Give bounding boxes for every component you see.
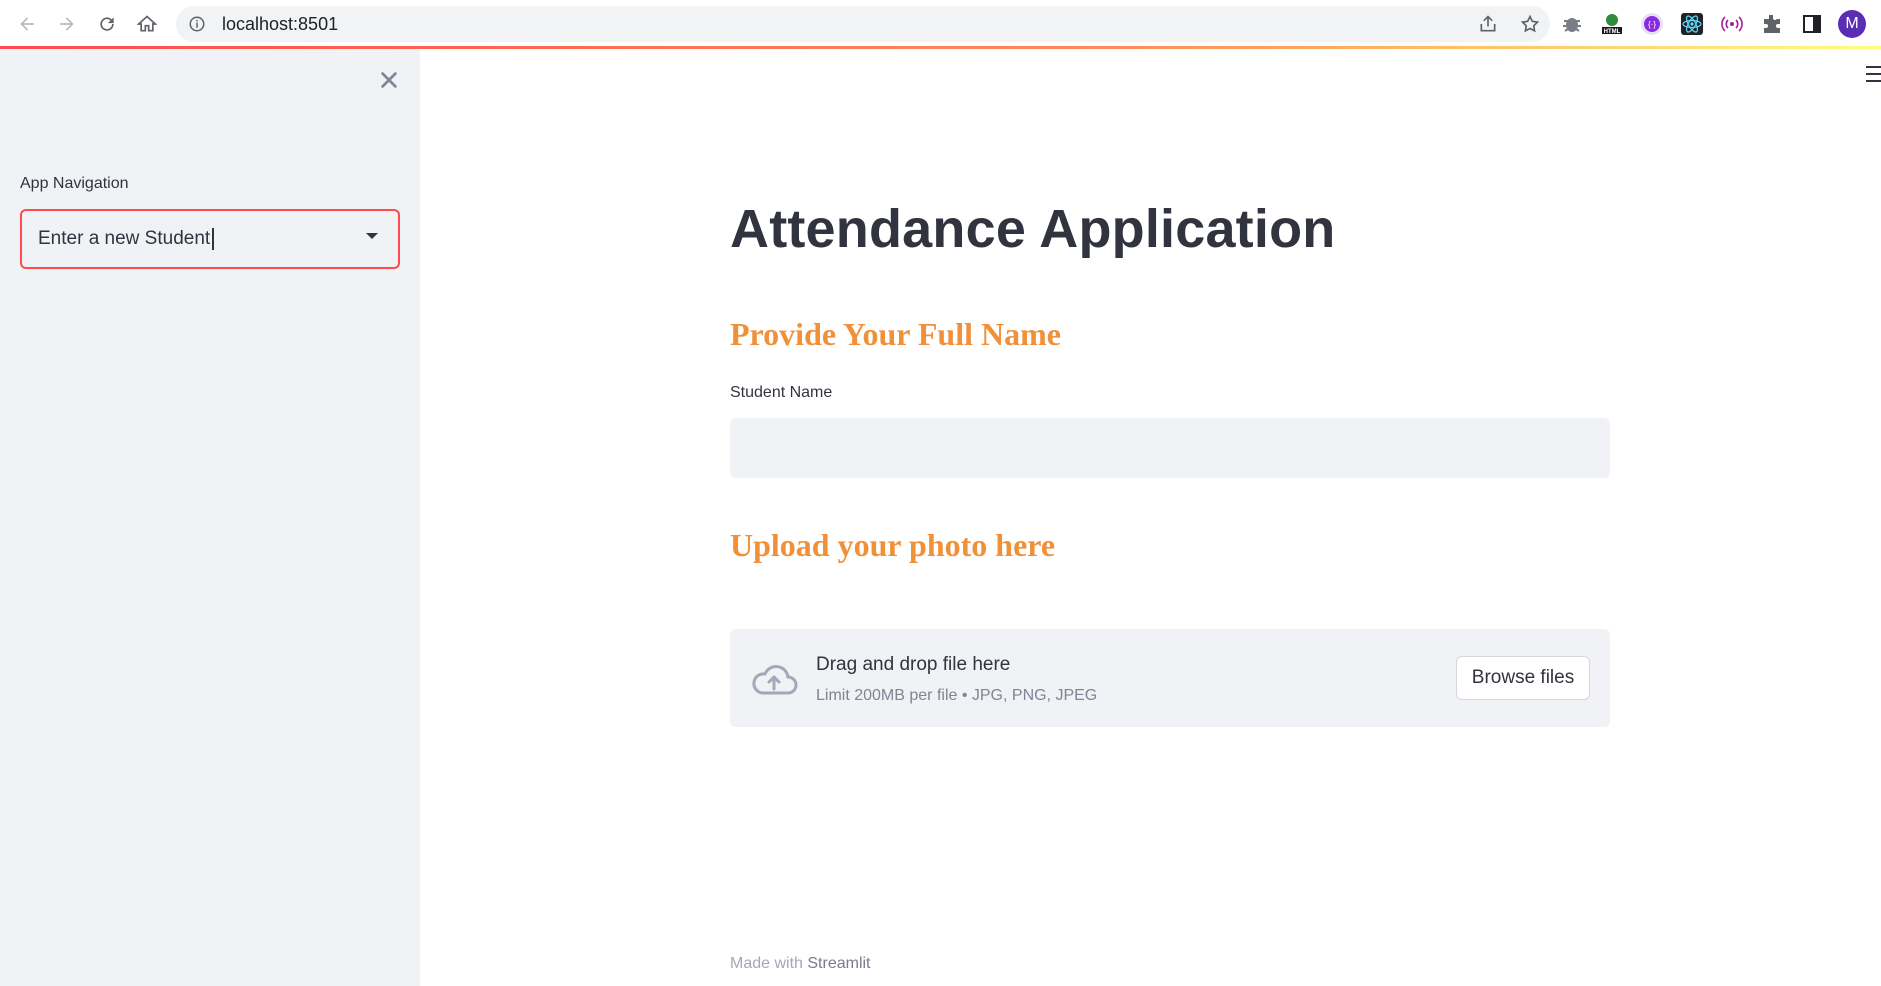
html-extension-icon[interactable]: HTML [1598, 10, 1626, 38]
bookmark-star-icon[interactable] [1518, 12, 1542, 36]
extensions-puzzle-icon[interactable] [1758, 10, 1786, 38]
streamlit-link[interactable]: Streamlit [807, 955, 870, 972]
reload-icon [100, 17, 114, 31]
footer-prefix: Made with [730, 955, 803, 972]
svg-text:{·}: {·} [1648, 20, 1656, 29]
student-name-label: Student Name [730, 384, 833, 401]
chevron-down-icon[interactable] [366, 233, 378, 239]
app-navigation-label: App Navigation [20, 175, 129, 192]
browser-toolbar: localhost:8501 HTML {·} M [0, 0, 1881, 47]
forward-button[interactable] [53, 10, 81, 38]
footer: Made with Streamlit [730, 955, 871, 973]
back-button[interactable] [13, 10, 41, 38]
sidebar: App Navigation Enter a new Student [0, 49, 420, 986]
side-panel-icon[interactable] [1798, 10, 1826, 38]
main-menu-button[interactable] [1866, 66, 1881, 88]
reload-button[interactable] [93, 10, 121, 38]
react-devtools-icon[interactable] [1678, 10, 1706, 38]
svg-text:HTML: HTML [1604, 29, 1621, 35]
forward-arrow-icon [60, 17, 74, 31]
file-limit-text: Limit 200MB per file • JPG, PNG, JPEG [816, 687, 1098, 704]
student-name-input[interactable] [730, 418, 1610, 478]
app-navigation-select[interactable]: Enter a new Student [20, 209, 400, 269]
radio-extension-icon[interactable] [1718, 10, 1746, 38]
select-value: Enter a new Student [38, 228, 211, 249]
close-sidebar-button[interactable] [376, 67, 402, 93]
text-caret [212, 228, 215, 250]
profile-initial: M [1845, 15, 1859, 32]
share-icon[interactable] [1476, 12, 1500, 36]
browse-files-button[interactable]: Browse files [1456, 656, 1590, 700]
address-bar[interactable]: localhost:8501 [176, 6, 1550, 42]
home-button[interactable] [133, 10, 161, 38]
bug-extension-icon[interactable] [1558, 10, 1586, 38]
file-dropzone[interactable]: Drag and drop file here Limit 200MB per … [730, 629, 1610, 727]
drag-drop-text: Drag and drop file here [816, 654, 1011, 675]
api-extension-icon[interactable]: {·} [1638, 10, 1666, 38]
page-title: Attendance Application [730, 199, 1336, 259]
close-icon [381, 72, 397, 88]
upload-section-heading: Upload your photo here [730, 527, 1056, 563]
home-icon [137, 15, 157, 32]
profile-avatar[interactable]: M [1838, 10, 1866, 38]
name-section-heading: Provide Your Full Name [730, 316, 1061, 352]
cloud-upload-icon [752, 665, 798, 695]
back-arrow-icon [20, 17, 34, 31]
info-icon [189, 16, 205, 32]
url-text: localhost:8501 [222, 13, 339, 34]
